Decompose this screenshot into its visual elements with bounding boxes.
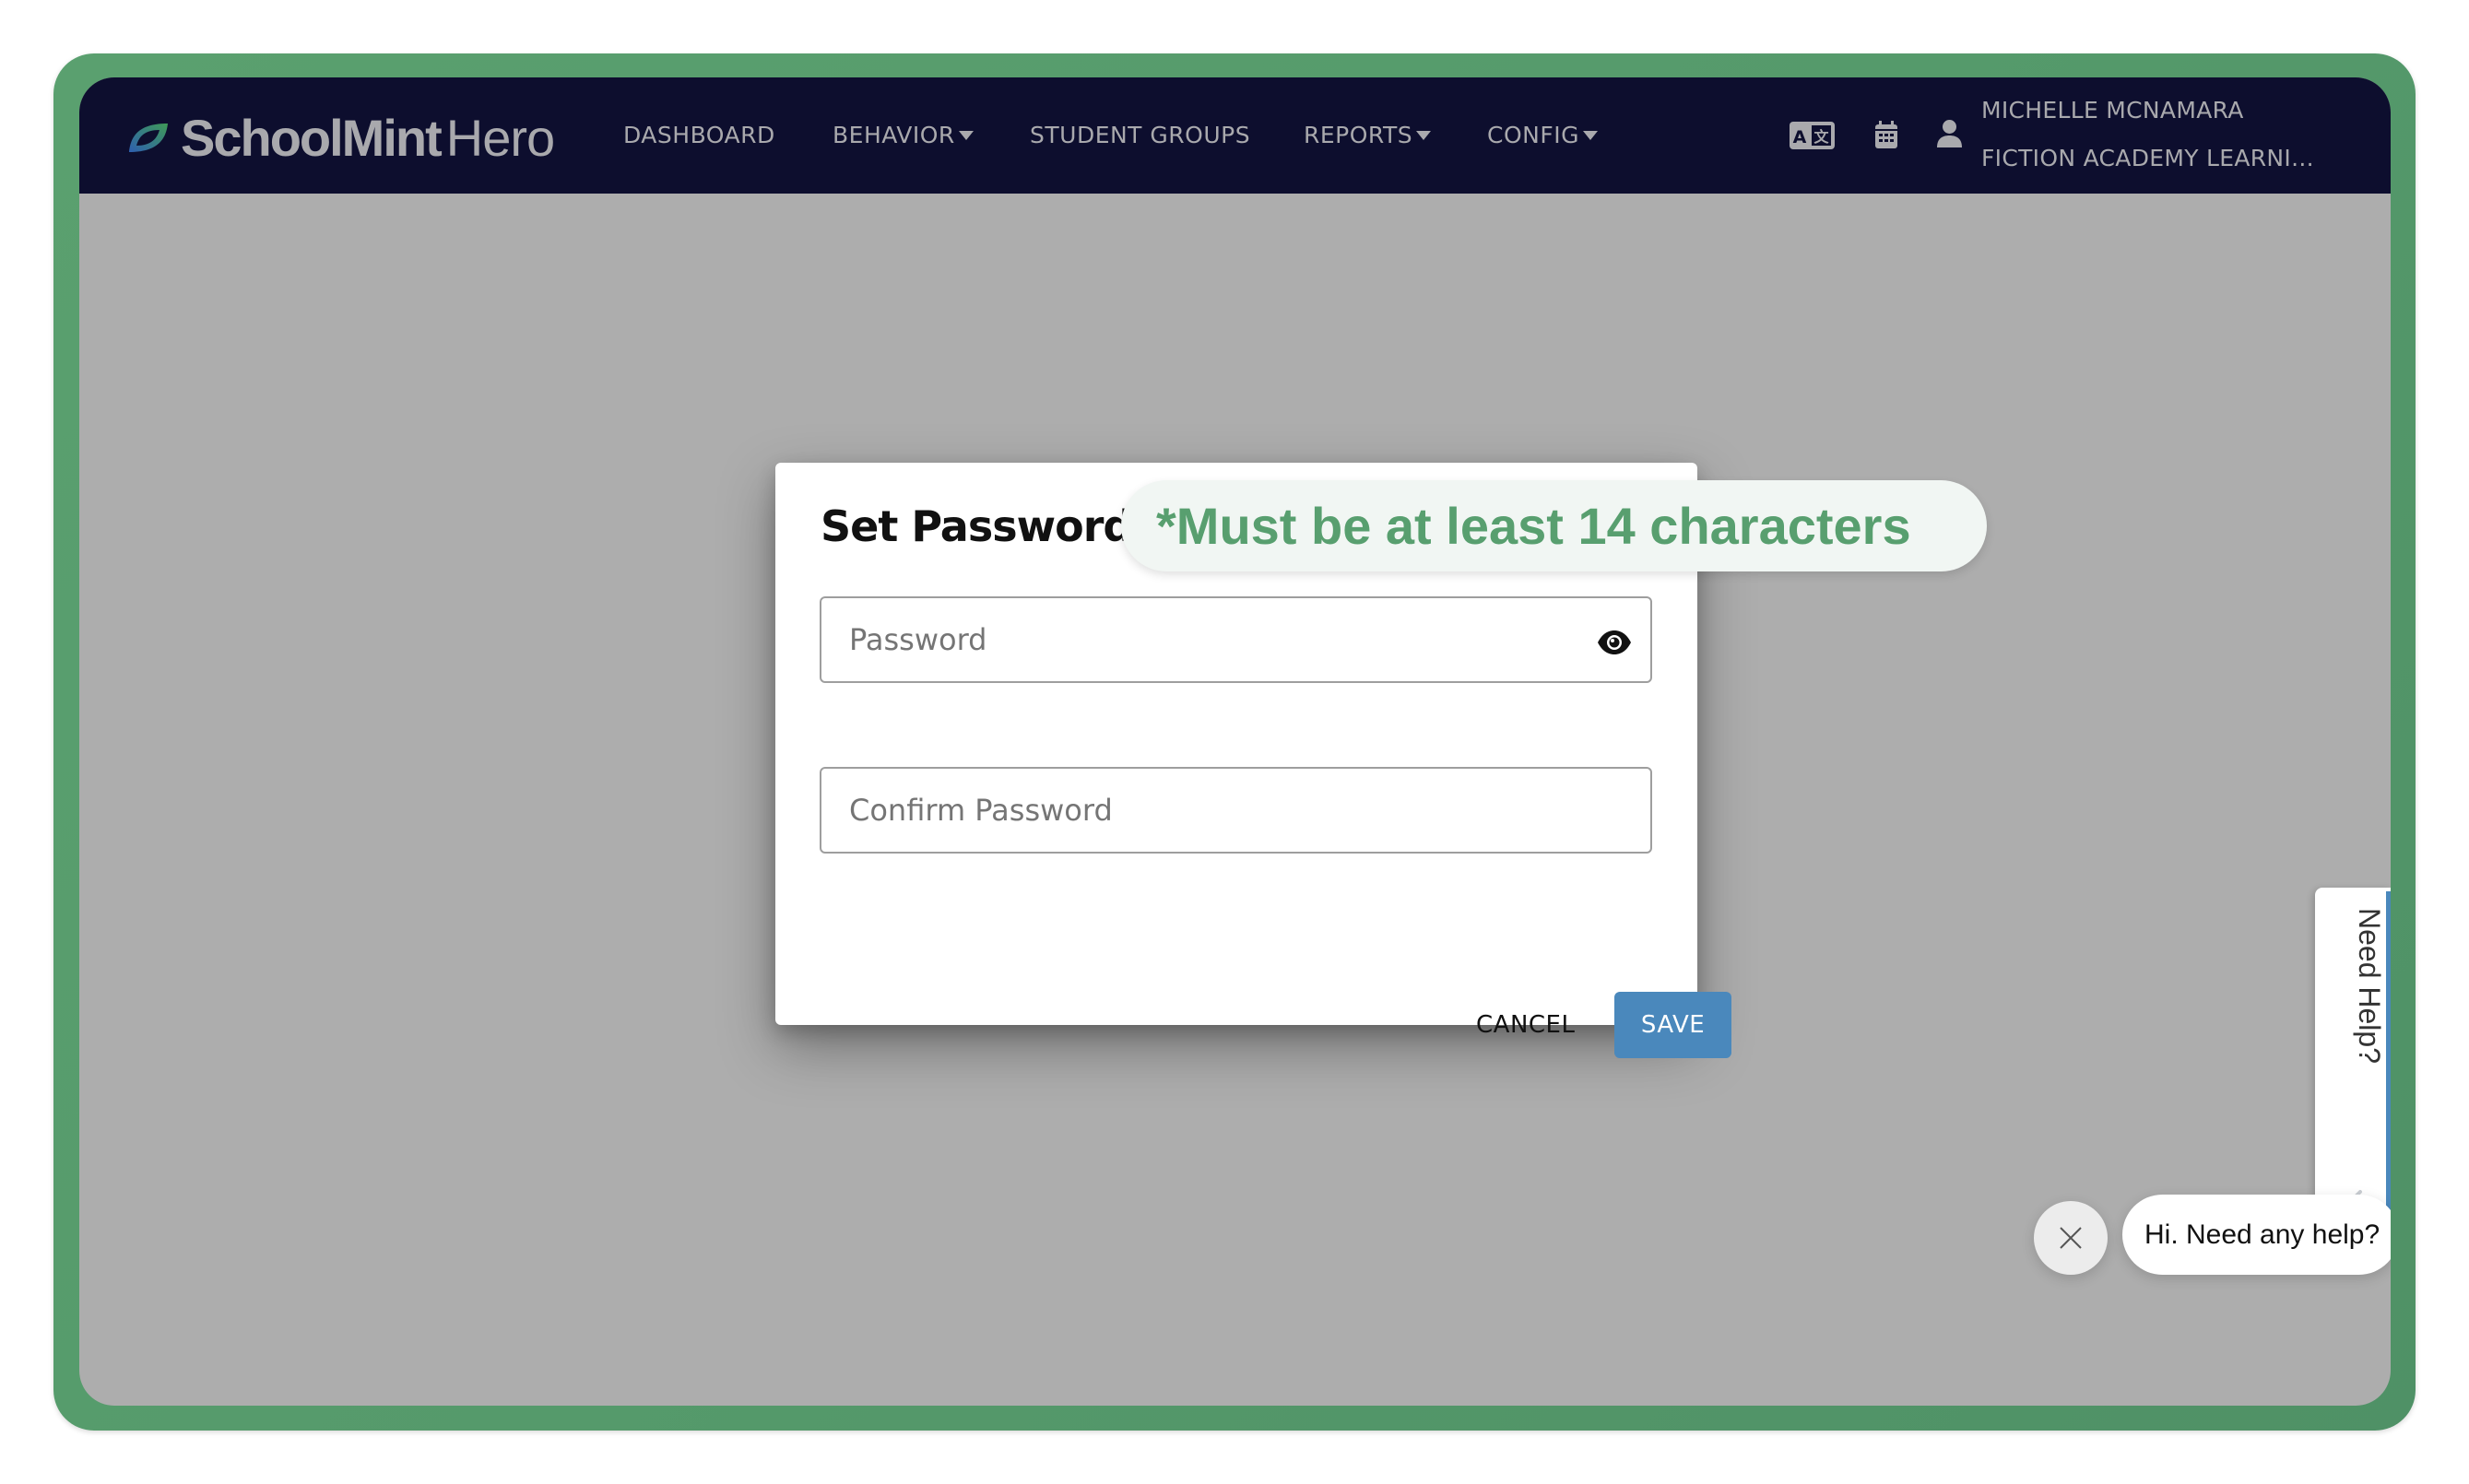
password-input[interactable] bbox=[821, 598, 1650, 681]
chat-prompt-text: Hi. Need any help? bbox=[2144, 1219, 2380, 1250]
brand-logo[interactable]: SchoolMint Hero bbox=[127, 109, 555, 167]
calendar-icon[interactable] bbox=[1875, 121, 1897, 148]
nav-dashboard[interactable]: DASHBOARD bbox=[623, 120, 775, 151]
brand-name-bold: SchoolMint bbox=[181, 108, 443, 167]
password-requirement-hint: *Must be at least 14 characters bbox=[1121, 480, 1987, 571]
password-field[interactable] bbox=[820, 596, 1652, 683]
app-window: SchoolMint Hero DASHBOARD BEHAVIOR STUDE… bbox=[79, 77, 2391, 1406]
svg-text:文: 文 bbox=[1813, 128, 1829, 146]
confirm-password-field[interactable] bbox=[820, 767, 1652, 854]
user-name[interactable]: MICHELLE MCNAMARA bbox=[1981, 95, 2244, 126]
top-navbar: SchoolMint Hero DASHBOARD BEHAVIOR STUDE… bbox=[79, 77, 2391, 194]
leaf-logo-icon bbox=[129, 124, 168, 152]
translate-icon[interactable]: A 文 bbox=[1790, 122, 1835, 149]
caret-down-icon bbox=[1582, 131, 1598, 140]
nav-student-groups[interactable]: STUDENT GROUPS bbox=[1030, 120, 1250, 151]
nav-config[interactable]: CONFIG bbox=[1487, 120, 1598, 151]
need-help-tab[interactable]: Need Help? bbox=[2315, 888, 2391, 1225]
save-button[interactable]: SAVE bbox=[1614, 992, 1731, 1058]
caret-down-icon bbox=[1416, 131, 1432, 140]
close-icon bbox=[2060, 1227, 2082, 1249]
brand-name-light: Hero bbox=[445, 108, 555, 167]
svg-text:A: A bbox=[1793, 127, 1807, 147]
help-tab-accent bbox=[2386, 891, 2391, 1221]
nav-behavior[interactable]: BEHAVIOR bbox=[833, 120, 974, 151]
chat-prompt-bubble[interactable]: Hi. Need any help? bbox=[2122, 1195, 2391, 1275]
nav-reports-label: REPORTS bbox=[1304, 122, 1413, 148]
nav-reports[interactable]: REPORTS bbox=[1304, 120, 1432, 151]
caret-down-icon bbox=[958, 131, 974, 140]
cancel-button[interactable]: CANCEL bbox=[1476, 992, 1575, 1058]
school-name[interactable]: FICTION ACADEMY LEARNI... bbox=[1981, 143, 2314, 174]
nav-student-groups-label: STUDENT GROUPS bbox=[1030, 122, 1251, 148]
close-chat-button[interactable] bbox=[2034, 1201, 2108, 1275]
dialog-title: Set Password bbox=[821, 501, 1133, 551]
nav-behavior-label: BEHAVIOR bbox=[833, 122, 955, 148]
nav-dashboard-label: DASHBOARD bbox=[623, 122, 775, 148]
need-help-label: Need Help? bbox=[2353, 908, 2386, 1064]
user-icon[interactable] bbox=[1937, 120, 1962, 147]
show-password-eye-icon[interactable] bbox=[1597, 630, 1632, 655]
nav-config-label: CONFIG bbox=[1487, 122, 1579, 148]
confirm-password-input[interactable] bbox=[821, 769, 1650, 852]
